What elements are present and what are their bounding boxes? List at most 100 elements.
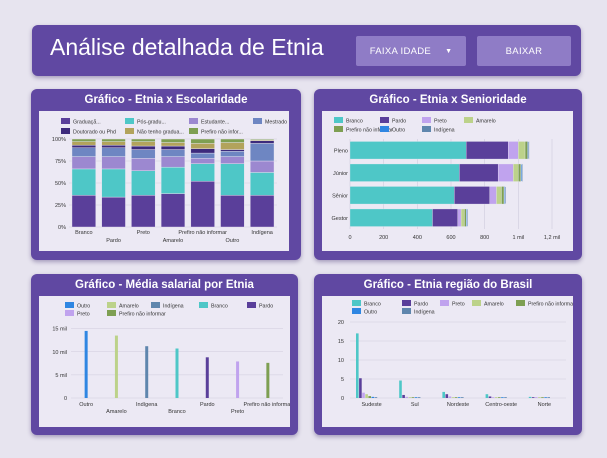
- caret-down-icon: ▼: [445, 47, 453, 55]
- x-tick-label: Branco: [75, 230, 92, 236]
- y-tick-label: 5 mil: [55, 373, 67, 379]
- bar-outro-sudeste: [371, 396, 375, 398]
- download-button[interactable]: BAIXAR: [477, 36, 571, 66]
- bar-preto-pleno: [508, 141, 519, 160]
- bar-nao-tenho-graduacao-formal-outro: [220, 142, 245, 150]
- bar-outro-centro-oeste: [501, 397, 504, 398]
- y-tick-label: Pleno: [334, 148, 348, 154]
- legend-label-indigena: Indígena: [163, 304, 184, 310]
- x-tick-label: Outro: [226, 238, 240, 244]
- x-tick-label: 200: [379, 235, 388, 241]
- bar-pardo-norte: [531, 397, 535, 398]
- bar-pardo-junior: [459, 163, 499, 182]
- bar-nao-tenho-graduacao-formal-amarelo: [160, 142, 186, 147]
- age-range-filter-label: FAIXA IDADE: [369, 45, 432, 57]
- bar-preto-centro-oeste: [491, 397, 495, 398]
- x-tick-label: Pardo: [106, 238, 121, 244]
- legend-swatch-prefiro-nao-infor: [189, 128, 198, 134]
- legend-label-preto: Preto: [452, 302, 465, 308]
- bar-mestrado-pardo: [101, 147, 126, 157]
- bar-nao-tenho-graduacao-formal-branco: [71, 141, 96, 146]
- legend-swatch-pos-gradu: [125, 118, 134, 124]
- legend-swatch-preto: [440, 300, 449, 306]
- bar-amarelo-junior: [513, 163, 519, 182]
- bar-nao-tenho-graduacao-formal-pardo: [101, 141, 126, 146]
- x-tick-label: 600: [446, 235, 455, 241]
- legend-label-pardo: Pardo: [259, 304, 273, 310]
- y-tick-label: Júnior: [333, 171, 348, 177]
- legend-swatch-pardo: [247, 302, 256, 308]
- legend-swatch-outro: [380, 126, 389, 132]
- bar-estudante-outro: [220, 156, 245, 164]
- bar-doutorado-ou-phd-prefiro-nao-informar: [190, 148, 215, 154]
- x-tick-label: 0: [348, 235, 351, 241]
- x-tick-label: 1 mil: [513, 235, 525, 241]
- x-tick-label: Prefiro não informar: [178, 230, 227, 236]
- bar-amarelo-sul: [408, 397, 412, 398]
- chart-regiao: Branco Pardo Preto Amarelo Prefiro não infor…: [338, 300, 573, 408]
- legend-label-nao-tenho-gradua: Não tenho gradua...: [137, 130, 184, 136]
- bar-doutorado-ou-phd-pardo: [101, 144, 126, 148]
- x-tick-label: 800: [480, 235, 489, 241]
- legend-label-pardo: Pardo: [392, 119, 406, 125]
- bar-nao-tenho-graduacao-formal-prefiro-nao-informar: [190, 143, 215, 149]
- bar-pardo-pleno: [465, 141, 509, 160]
- x-tick-label: Nordeste: [447, 402, 469, 408]
- bar-amarelo-gestor: [460, 208, 465, 227]
- y-tick-label: 10: [338, 358, 344, 364]
- bar-branco-sudeste: [356, 333, 359, 398]
- legend-label-branco: Branco: [364, 302, 381, 308]
- bar-indigena-norte: [547, 397, 550, 398]
- bar-graduacao-amarelo: [160, 193, 186, 228]
- bar-prefiro-nao-informar-amarelo: [160, 138, 186, 143]
- bar-indigena-senior: [504, 186, 506, 205]
- bar-branco-centro-oeste: [485, 394, 489, 398]
- x-tick-label: Centro-oeste: [485, 402, 517, 408]
- bar-pos-graduacao-outro: [220, 163, 245, 196]
- y-tick-label: 0%: [58, 225, 66, 231]
- legend-label-amarelo: Amarelo: [484, 302, 504, 308]
- x-tick-label: Preto: [137, 230, 150, 236]
- x-tick-label: Indígena: [136, 402, 158, 408]
- bar-prefiro-nao-informar-preto: [131, 138, 156, 142]
- bar-pardo-sudeste: [359, 378, 362, 398]
- bar-graduacao-preto: [131, 195, 156, 228]
- bar-prefiro-nao-informar-outro: [220, 138, 245, 143]
- bar-prefiro-nao-informar-gestor: [464, 208, 467, 227]
- bar-prefiro-nao-informar-nordeste: [454, 397, 458, 398]
- bar-preto: [236, 361, 240, 398]
- y-tick-label: Sênior: [332, 193, 348, 199]
- bar-outro-nordeste: [457, 397, 461, 398]
- chart-title-regiao: Gráfico - Etnia região do Brasil: [363, 279, 533, 291]
- bar-doutorado-ou-phd-preto: [131, 145, 156, 150]
- legend-swatch-pardo: [402, 300, 411, 306]
- legend-swatch-amarelo: [472, 300, 481, 306]
- age-range-filter-button[interactable]: FAIXA IDADE ▼: [356, 36, 466, 66]
- page-title: Análise detalhada de Etnia: [50, 34, 324, 60]
- legend-label-preto: Preto: [77, 312, 90, 318]
- x-tick-label: Amarelo: [163, 238, 183, 244]
- bar-prefiro-nao-informar-centro-oeste: [498, 397, 501, 398]
- legend-swatch-amarelo: [464, 117, 473, 123]
- x-tick-label: Branco: [168, 409, 185, 415]
- legend-swatch-outro: [65, 302, 74, 308]
- bar-mestrado-preto: [131, 149, 156, 159]
- bar-prefiro-nao-informar-junior: [518, 163, 522, 182]
- x-tick-label: Sul: [411, 402, 419, 408]
- legend-label-doutorado-ou-phd: Doutorado ou Phd: [73, 130, 116, 136]
- y-tick-label: 0: [64, 396, 67, 402]
- legend-label-branco: Branco: [346, 119, 363, 125]
- legend-swatch-mestrado: [253, 118, 262, 124]
- legend-swatch-indigena: [422, 126, 431, 132]
- legend-swatch-prefiro-nao-informar: [516, 300, 525, 306]
- bar-indigena-centro-oeste: [504, 397, 507, 398]
- bar-prefiro-nao-informar-indigena: [250, 138, 275, 141]
- x-tick-label: Pardo: [200, 402, 215, 408]
- bar-outro: [84, 330, 88, 398]
- bar-prefiro-nao-informar-branco: [71, 138, 96, 142]
- legend-swatch-estudante: [189, 118, 198, 124]
- bar-graduacao-indigena: [250, 195, 275, 228]
- legend-label-preto: Preto: [434, 119, 447, 125]
- x-tick-label: Indígena: [251, 230, 273, 236]
- legend-label-pos-gradu: Pós-gradu...: [137, 120, 166, 126]
